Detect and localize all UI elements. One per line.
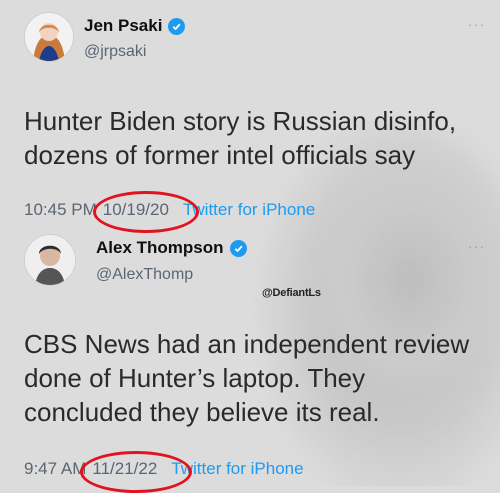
watermark: @DefiantLs xyxy=(262,287,321,299)
user-handle[interactable]: @jrpsaki xyxy=(84,43,146,61)
red-circle-annotation xyxy=(80,451,193,493)
user-handle[interactable]: @AlexThomp xyxy=(96,266,193,284)
tweet-time[interactable]: 10:45 PM xyxy=(24,200,97,220)
display-name[interactable]: Jen Psaki xyxy=(84,16,162,36)
tweet-text: Hunter Biden story is Russian disinfo, d… xyxy=(24,104,456,172)
tweet-metadata: 9:47 AM 11/21/22 Twitter for iPhone xyxy=(24,451,304,493)
more-options-icon[interactable]: ··· xyxy=(468,238,485,254)
tweet-text: CBS News had an independent review done … xyxy=(24,327,469,429)
verified-badge-icon xyxy=(229,239,247,257)
tweet-text-line: done of Hunter’s laptop. They xyxy=(24,363,366,393)
display-name[interactable]: Alex Thompson xyxy=(96,238,224,258)
tweet-source-link[interactable]: Twitter for iPhone xyxy=(183,200,315,220)
avatar-alex-thompson[interactable] xyxy=(24,234,76,286)
tweet-text-line: CBS News had an independent review xyxy=(24,329,470,359)
tweet-text-line: Hunter Biden story is Russian disinfo, xyxy=(24,106,457,136)
tweet-text-line: dozens of former intel officials say xyxy=(24,140,416,170)
tweet-alex-thompson: Alex Thompson @AlexThomp ··· CBS News ha… xyxy=(0,226,500,493)
tweet-jen-psaki: Jen Psaki @jrpsaki ··· Hunter Biden stor… xyxy=(0,0,500,236)
tweet-time[interactable]: 9:47 AM xyxy=(24,459,86,479)
verified-badge-icon xyxy=(168,17,186,35)
tweet-text-line: concluded they believe its real. xyxy=(24,397,380,427)
more-options-icon[interactable]: ··· xyxy=(468,16,485,32)
tweet-metadata: 10:45 PM 10/19/20 Twitter for iPhone xyxy=(24,191,315,233)
avatar-jen-psaki[interactable] xyxy=(24,12,74,62)
